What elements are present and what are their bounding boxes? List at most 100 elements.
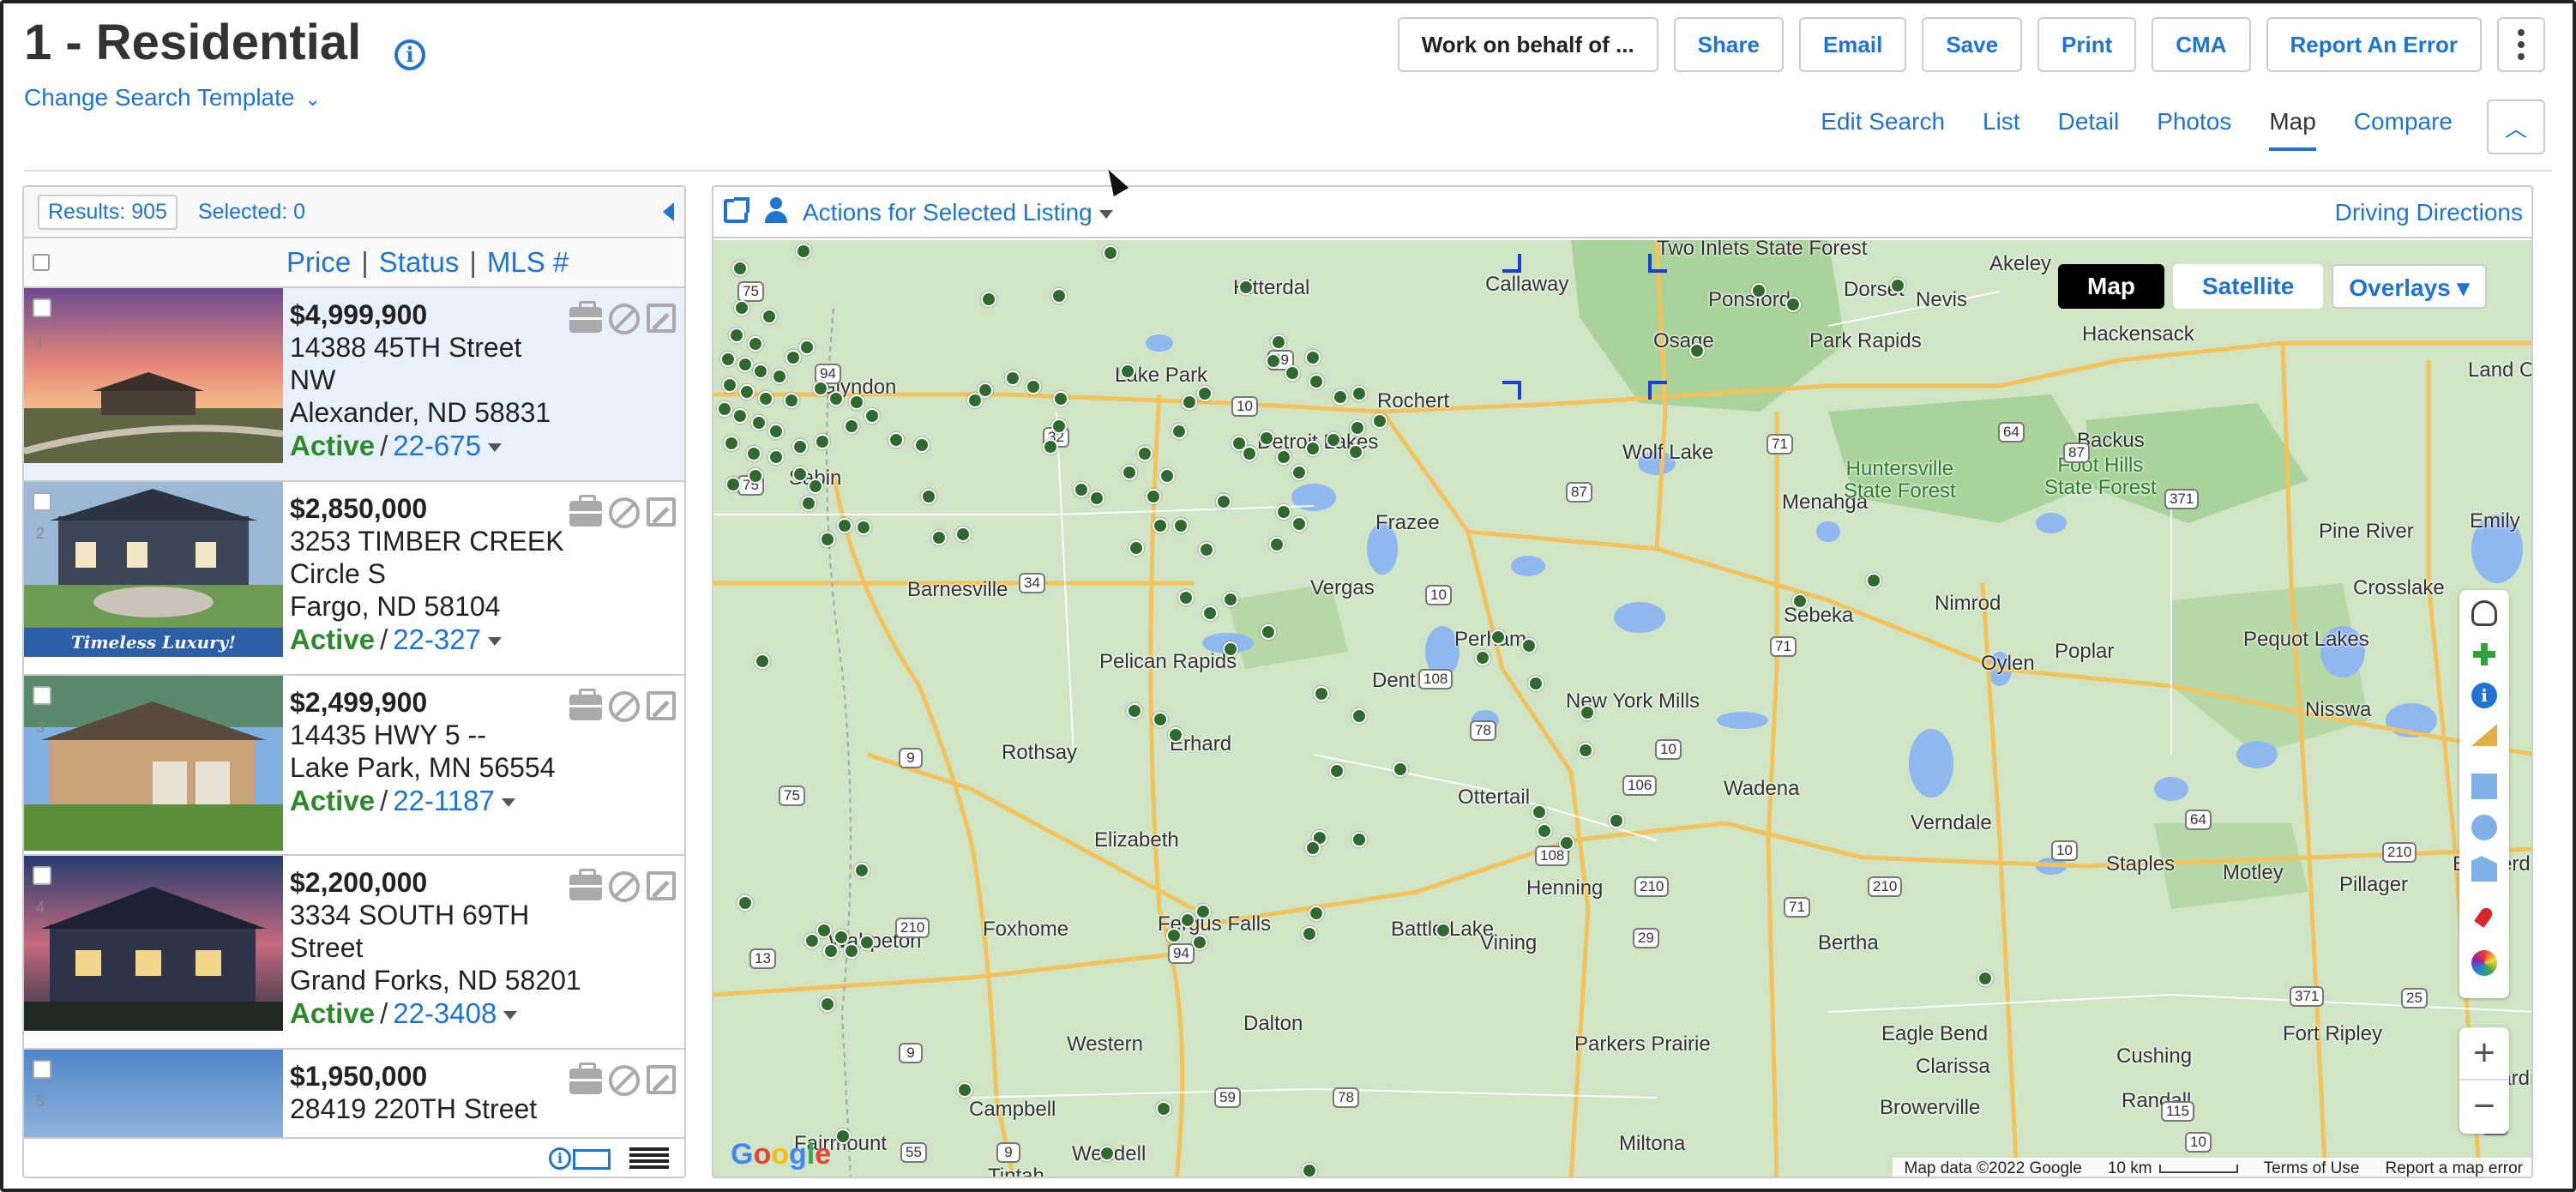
listing-pin[interactable] [1309,374,1324,389]
listing-pin[interactable] [828,391,844,406]
briefcase-icon[interactable] [569,1063,602,1094]
listing-pin[interactable] [1051,418,1067,434]
listing-pin[interactable] [1393,762,1408,777]
listing-pin[interactable] [732,408,748,424]
listing-pin[interactable] [1269,537,1285,552]
listing-pin[interactable] [1242,446,1257,461]
listing-pin[interactable] [1302,1163,1317,1177]
tab-map[interactable]: Map [2269,108,2316,151]
listing-pin[interactable] [1026,379,1041,394]
briefcase-icon[interactable] [569,495,602,527]
caret-down-icon[interactable] [488,443,502,453]
listing-row[interactable]: 4 $2,200,000 3334 SOUTH 69TH Street Gran… [24,856,684,1050]
save-button[interactable]: Save [1922,17,2023,72]
hide-icon[interactable] [609,691,640,722]
listing-pin[interactable] [816,923,832,938]
listing-pin[interactable] [978,382,993,398]
listing-pin[interactable] [717,401,732,417]
work-on-behalf-button[interactable]: Work on behalf of ... [1397,17,1658,72]
user-icon[interactable] [763,197,789,225]
edit-icon[interactable] [647,871,676,900]
listing-pin[interactable] [725,477,741,492]
listing-pin[interactable] [1977,971,1993,986]
listing-checkbox[interactable] [33,1060,51,1079]
listing-pin[interactable] [1089,491,1104,506]
listing-pin[interactable] [1259,430,1274,446]
listing-pin[interactable] [1372,413,1387,429]
listing-pin[interactable] [1178,590,1194,605]
external-link-icon[interactable] [724,197,749,223]
listing-pin[interactable] [1168,727,1183,743]
listing-pin[interactable] [1291,516,1307,532]
listing-pin[interactable] [1689,343,1705,358]
listing-pin[interactable] [1171,424,1187,439]
listing-pin[interactable] [1314,686,1329,701]
listing-pin[interactable] [1435,923,1451,938]
listing-pin[interactable] [729,328,744,343]
listing-pin[interactable] [1276,449,1291,465]
edit-icon[interactable] [647,304,676,333]
caret-down-icon[interactable] [488,637,502,647]
listing-photo[interactable] [24,856,283,1031]
listing-pin[interactable] [1051,288,1067,304]
listing-pin[interactable] [739,384,755,400]
collapse-header-button[interactable]: ︿ [2487,99,2545,154]
listing-pin[interactable] [1005,370,1020,386]
listing-pin[interactable] [1305,840,1321,856]
listing-pin[interactable] [1475,650,1490,665]
listing-pin[interactable] [981,292,996,307]
listing-pin[interactable] [1166,928,1182,943]
info-icon[interactable]: i [394,39,425,70]
listing-pin[interactable] [820,532,835,547]
listing-pin[interactable] [720,352,736,367]
cma-button[interactable]: CMA [2152,17,2251,72]
ruler-icon[interactable] [2471,724,2497,746]
listing-row[interactable]: 3 $2,499,900 14435 HWY 5 -- Lake Park, M… [24,676,684,856]
listing-pin[interactable] [1153,518,1168,533]
listing-pin[interactable] [1053,391,1068,406]
listing-pin[interactable] [834,930,849,945]
listing-pin[interactable] [849,394,864,410]
listing-pin[interactable] [1223,641,1238,657]
listing-mls-link[interactable]: 22-327 [393,623,481,655]
listing-pin[interactable] [1195,904,1211,919]
listing-pin[interactable] [792,439,808,455]
more-options-button[interactable] [2497,17,2545,72]
info-icon[interactable]: i [549,1147,571,1170]
listing-pin[interactable] [1792,593,1808,609]
pushpin-icon[interactable] [2473,905,2495,929]
listing-pin[interactable] [1890,278,1905,293]
edit-icon[interactable] [647,497,676,527]
listing-pin[interactable] [844,418,859,434]
listing-checkbox[interactable] [33,492,51,511]
select-all-checkbox[interactable] [33,254,50,271]
listing-pin[interactable] [768,424,784,439]
listing-pin[interactable] [1199,542,1214,557]
listing-pin[interactable] [1156,1101,1171,1117]
print-button[interactable]: Print [2037,17,2137,72]
listing-pin[interactable] [955,527,971,542]
draw-polygon-icon[interactable] [2471,856,2497,882]
listing-pin[interactable] [737,357,753,372]
draw-rectangle-icon[interactable] [2471,774,2497,799]
listing-pin[interactable] [837,518,852,533]
email-button[interactable]: Email [1798,17,1907,72]
listing-pin[interactable] [1216,494,1231,509]
listing-pin[interactable] [1326,432,1341,448]
listing-pin[interactable] [1223,592,1238,607]
draw-circle-icon[interactable] [2471,815,2497,840]
listing-pin[interactable] [1348,444,1363,460]
listing-pin[interactable] [1103,245,1118,261]
listing-pin[interactable] [1202,605,1218,621]
listing-pin[interactable] [1146,489,1161,504]
listing-pin[interactable] [1866,573,1881,588]
sort-status-link[interactable]: Status [379,246,460,278]
listing-pin[interactable] [1751,283,1766,298]
report-error-button[interactable]: Report An Error [2266,17,2482,72]
listing-pin[interactable] [1127,703,1142,719]
map-canvas[interactable]: Hitterdal Callaway Ponsford Two Inlets S… [713,240,2531,1177]
listing-pin[interactable] [799,340,815,355]
listing-pin[interactable] [1333,389,1348,405]
listing-pin[interactable] [748,336,763,352]
listing-pin[interactable] [1351,708,1367,724]
